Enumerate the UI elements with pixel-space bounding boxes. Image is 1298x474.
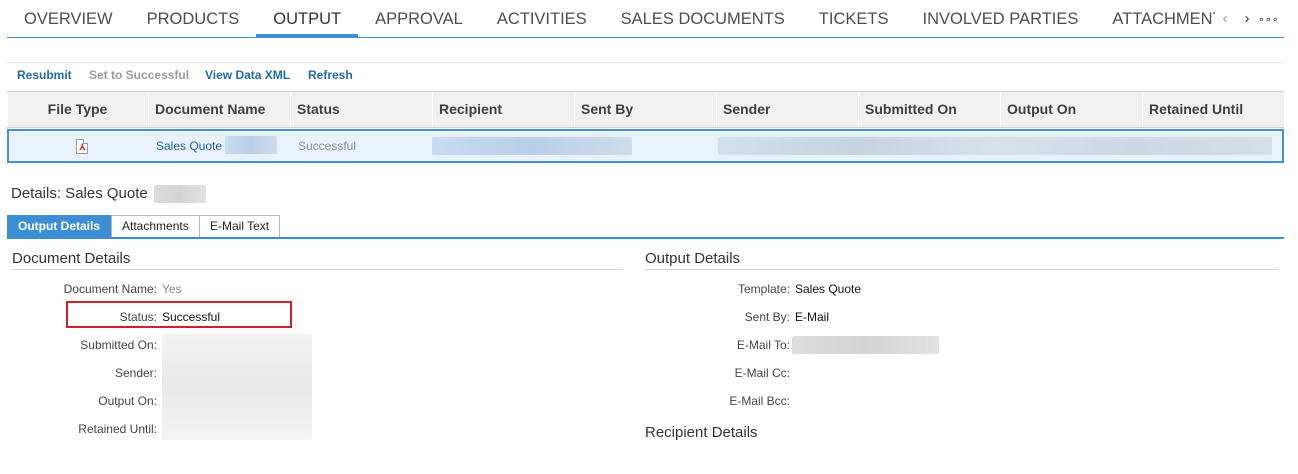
field-label: E-Mail Cc: <box>734 366 790 380</box>
status-cell: Successful <box>298 139 357 153</box>
field-label: Output On: <box>98 394 157 408</box>
field-sent-by: Sent By: <box>600 310 790 328</box>
subtab-output-details[interactable]: Output Details <box>7 215 112 237</box>
field-template: Template: <box>600 282 790 300</box>
tab-scroll-controls: ‹ › ∘∘∘ <box>1214 0 1279 39</box>
recipient-details-heading: Recipient Details <box>645 424 758 441</box>
field-output-on: Output On: <box>0 394 157 412</box>
more-icon[interactable]: ∘∘∘ <box>1258 1 1279 39</box>
redacted-email-to <box>792 336 939 354</box>
tab-products[interactable]: PRODUCTS <box>130 0 257 36</box>
field-label: Template: <box>737 282 790 296</box>
chevron-left-icon[interactable]: ‹ <box>1214 0 1236 38</box>
document-name-value: Yes <box>162 282 182 296</box>
tab-sales-documents[interactable]: SALES DOCUMENTS <box>604 0 802 36</box>
field-label: Submitted On: <box>80 338 157 352</box>
field-label: Document Name: <box>63 282 157 296</box>
column-recipient[interactable]: Recipient <box>432 92 574 127</box>
column-output-on[interactable]: Output On <box>1000 92 1142 127</box>
redacted-row-values <box>718 137 1272 155</box>
output-toolbar: Resubmit Set to Successful View Data XML… <box>7 62 1284 86</box>
resubmit-button[interactable]: Resubmit <box>17 68 72 82</box>
chevron-right-icon[interactable]: › <box>1236 0 1258 38</box>
output-details-heading: Output Details <box>645 250 741 267</box>
field-label: Retained Until: <box>78 422 157 436</box>
tab-tickets[interactable]: TICKETS <box>802 0 906 36</box>
view-data-xml-button[interactable]: View Data XML <box>205 68 290 82</box>
field-label: E-Mail Bcc: <box>729 394 790 408</box>
table-row[interactable]: ⅄ Sales Quote Successful <box>7 129 1284 163</box>
field-label: E-Mail To: <box>736 338 790 352</box>
field-email-to: E-Mail To: <box>600 338 790 356</box>
sent-by-value: E-Mail <box>795 310 830 324</box>
field-email-cc: E-Mail Cc: <box>600 366 790 384</box>
column-document-name[interactable]: Document Name <box>148 92 290 127</box>
top-tabs: OVERVIEW PRODUCTS OUTPUT APPROVAL ACTIVITIES… <box>7 0 1215 38</box>
tab-overview[interactable]: OVERVIEW <box>7 0 130 36</box>
tab-bar-underline <box>7 37 1284 38</box>
column-sender[interactable]: Sender <box>716 92 858 127</box>
field-label: Sent By: <box>744 310 790 324</box>
table-header: File Type Document Name Status Recipient… <box>7 91 1284 128</box>
document-details-heading: Document Details <box>12 250 131 267</box>
column-file-type[interactable]: File Type <box>7 92 147 127</box>
tab-activities[interactable]: ACTIVITIES <box>480 0 604 36</box>
field-submitted-on: Submitted On: <box>0 338 157 356</box>
tab-output[interactable]: OUTPUT <box>256 0 359 37</box>
refresh-button[interactable]: Refresh <box>308 68 353 82</box>
details-subtabs: Output Details Attachments E-Mail Text <box>7 215 1284 239</box>
redacted-document-dates <box>162 334 312 440</box>
field-label: Sender: <box>114 366 157 380</box>
status-highlight-box <box>66 301 292 328</box>
column-sent-by[interactable]: Sent By <box>574 92 716 127</box>
details-title: Details: Sales Quote <box>11 185 206 203</box>
tab-attachments[interactable]: ATTACHMENTS <box>1095 0 1215 36</box>
field-retained-until: Retained Until: <box>0 422 157 440</box>
tab-involved-parties[interactable]: INVOLVED PARTIES <box>905 0 1095 36</box>
column-submitted-on[interactable]: Submitted On <box>858 92 1000 127</box>
document-name-link[interactable]: Sales Quote <box>150 131 222 161</box>
document-details-divider <box>12 269 623 270</box>
output-table: File Type Document Name Status Recipient… <box>7 91 1284 163</box>
redacted-document-id <box>225 136 277 154</box>
output-details-divider <box>645 269 1278 270</box>
field-sender: Sender: <box>0 366 157 384</box>
template-value: Sales Quote <box>795 282 862 296</box>
field-document-name: Document Name: <box>0 282 157 300</box>
redacted-quote-id <box>154 185 206 203</box>
field-email-bcc: E-Mail Bcc: <box>600 394 790 412</box>
subtab-email-text[interactable]: E-Mail Text <box>199 215 281 237</box>
top-tab-bar: OVERVIEW PRODUCTS OUTPUT APPROVAL ACTIVITIES… <box>0 0 1298 38</box>
pdf-file-icon[interactable]: ⅄ <box>76 139 88 154</box>
set-to-successful-button[interactable]: Set to Successful <box>89 68 189 82</box>
subtab-attachments[interactable]: Attachments <box>111 215 200 237</box>
details-title-text: Details: Sales Quote <box>11 185 148 202</box>
column-retained-until[interactable]: Retained Until <box>1142 92 1282 127</box>
redacted-recipient <box>432 137 632 155</box>
column-status[interactable]: Status <box>290 92 432 127</box>
tab-approval[interactable]: APPROVAL <box>358 0 480 36</box>
